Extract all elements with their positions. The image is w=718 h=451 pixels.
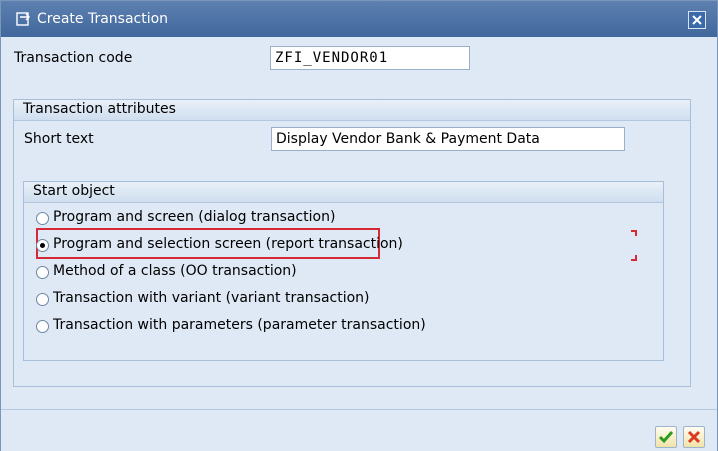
short-text-label: Short text [24, 131, 94, 147]
window-title: Create Transaction [37, 11, 169, 27]
create-transaction-dialog: Create Transaction Transaction code ZFI_… [0, 0, 718, 451]
radio-button[interactable] [36, 293, 49, 306]
start-object-header: Start object [24, 182, 663, 203]
radio-label: Transaction with variant (variant transa… [53, 290, 370, 306]
start-object-group: Start object Program and screen (dialog … [23, 181, 664, 361]
transaction-attributes-header: Transaction attributes [14, 100, 690, 121]
close-button[interactable] [688, 11, 706, 29]
radio-label: Program and selection screen (report tra… [53, 236, 403, 252]
focus-bracket-top-icon [631, 230, 637, 236]
radio-button[interactable] [36, 266, 49, 279]
transaction-code-field[interactable]: ZFI_VENDOR01 [270, 46, 470, 70]
radio-button-selected[interactable] [36, 239, 49, 252]
transaction-code-label: Transaction code [14, 50, 133, 66]
transaction-attributes-group: Transaction attributes Short text Displa… [13, 99, 691, 387]
radio-label: Method of a class (OO transaction) [53, 263, 297, 279]
cancel-icon [687, 430, 701, 444]
radio-button[interactable] [36, 212, 49, 225]
dialog-body: Transaction code ZFI_VENDOR01 Transactio… [1, 37, 717, 451]
cancel-button[interactable] [683, 426, 705, 448]
button-bar [1, 409, 717, 451]
title-bar[interactable]: Create Transaction [1, 1, 717, 37]
focus-bracket-bottom-icon [631, 255, 637, 261]
checkmark-icon [658, 431, 674, 444]
radio-label: Transaction with parameters (parameter t… [53, 317, 426, 333]
confirm-button[interactable] [655, 426, 677, 448]
create-document-icon [16, 12, 30, 26]
start-object-title: Start object [33, 183, 115, 199]
radio-label: Program and screen (dialog transaction) [53, 209, 336, 225]
close-icon [692, 15, 702, 25]
short-text-field[interactable]: Display Vendor Bank & Payment Data [271, 127, 625, 151]
radio-button[interactable] [36, 320, 49, 333]
transaction-attributes-title: Transaction attributes [23, 101, 176, 117]
